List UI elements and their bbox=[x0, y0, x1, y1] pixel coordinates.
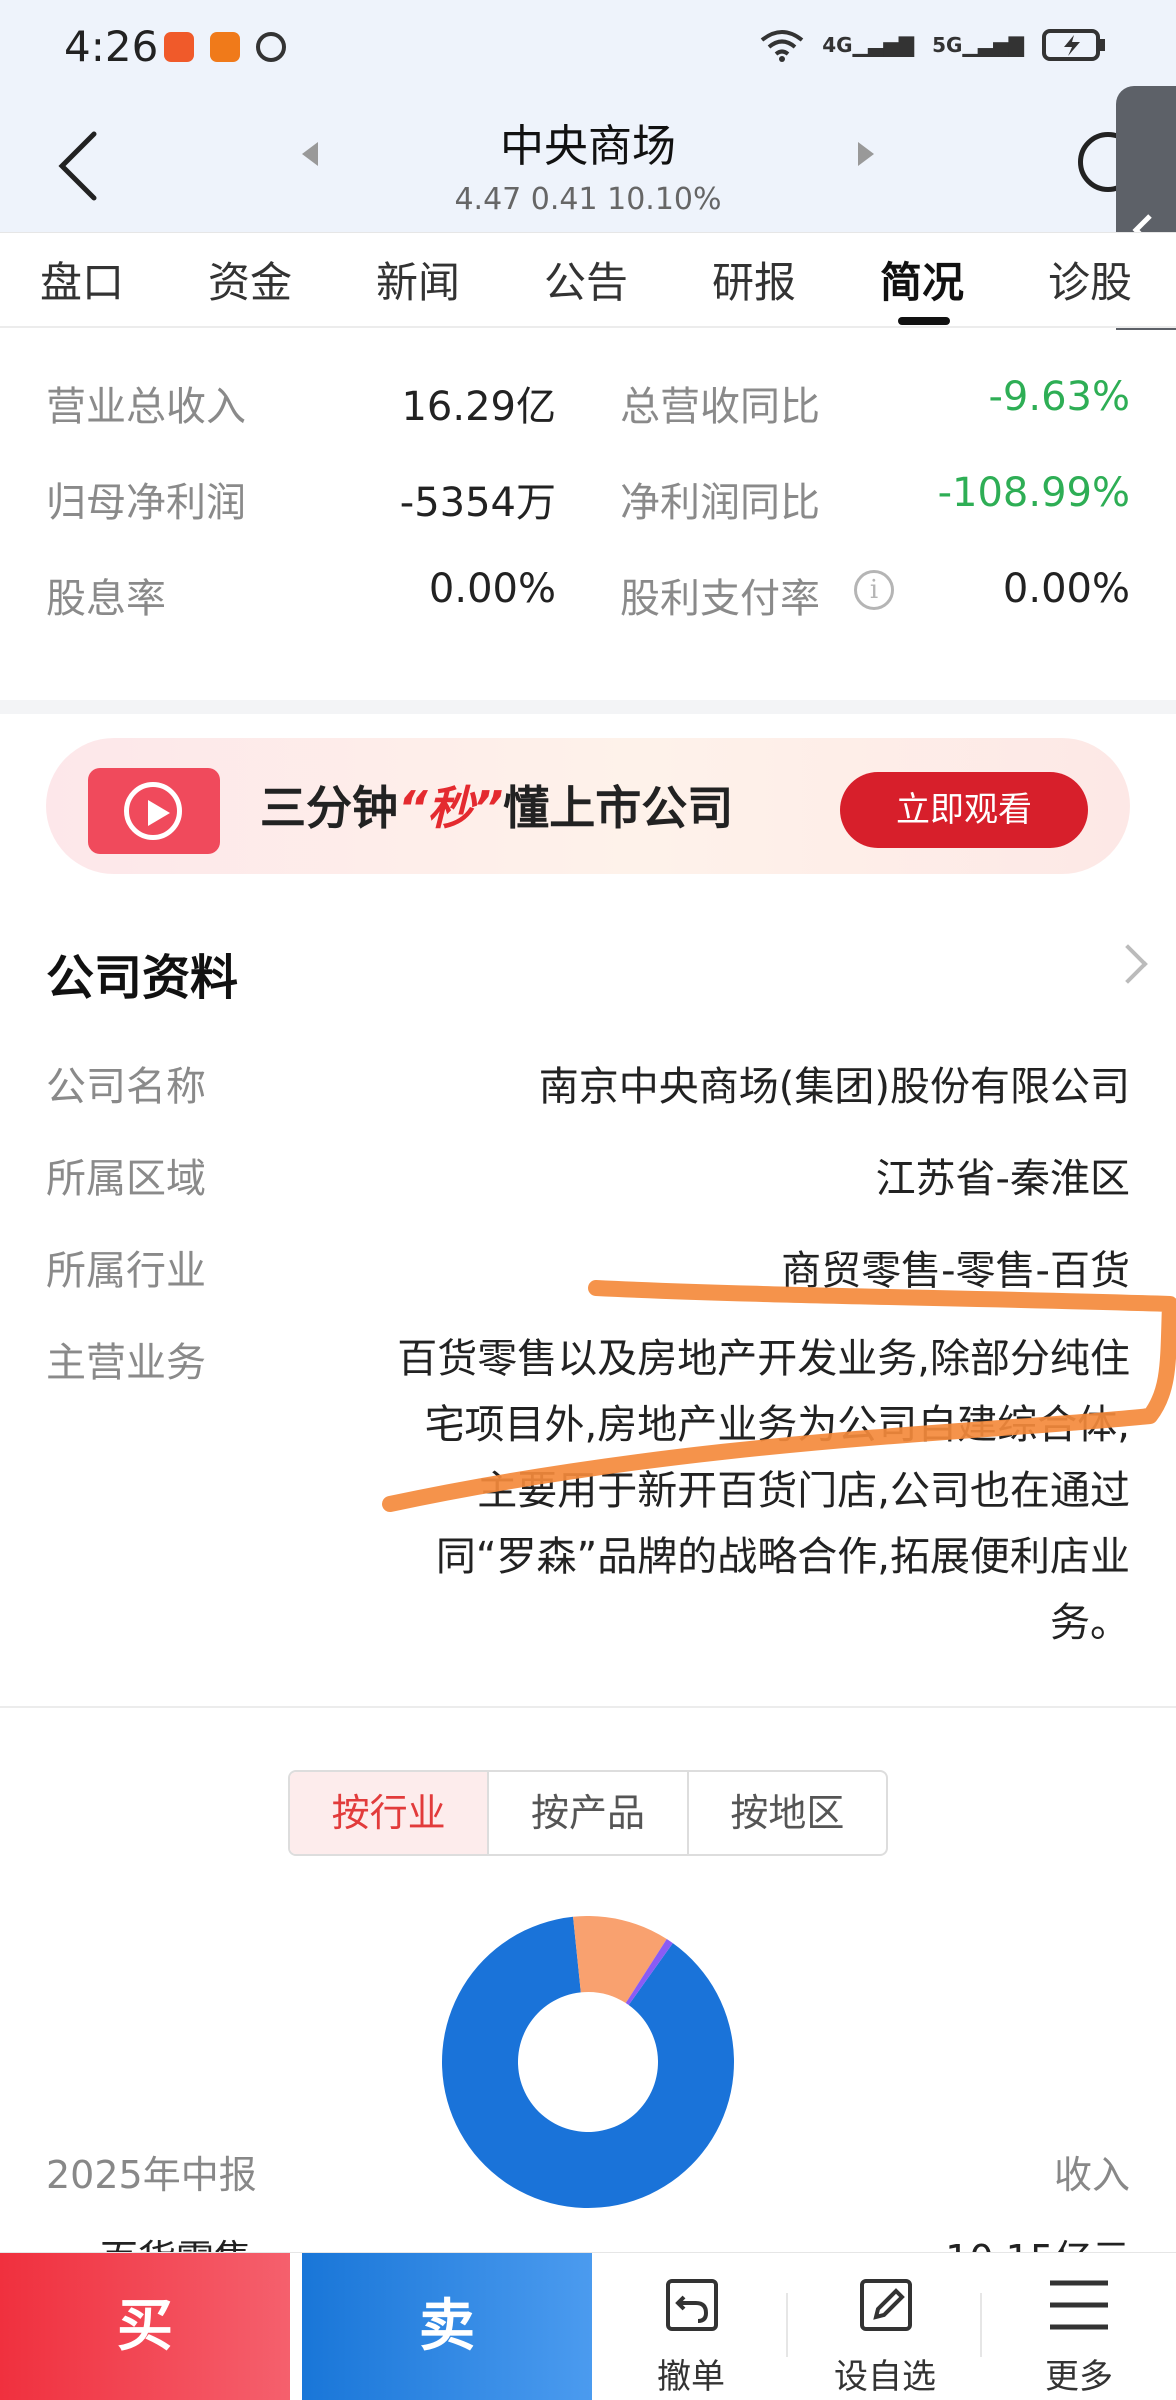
dividend-yield-label: 股息率 bbox=[46, 576, 166, 622]
sell-button[interactable]: 卖 bbox=[302, 2253, 592, 2400]
revenue-yoy-label: 总营收同比 bbox=[620, 384, 820, 430]
segment-by-product[interactable]: 按产品 bbox=[489, 1772, 689, 1854]
breakdown-segmented-control: 按行业 按产品 按地区 bbox=[288, 1770, 888, 1856]
tab-funds[interactable]: 资金 bbox=[208, 249, 292, 310]
status-bar: 4:26 4G▁▃▅▇ 5G▁▃▅▇ bbox=[0, 0, 1176, 100]
wifi-icon bbox=[761, 30, 804, 62]
menu-icon bbox=[1050, 2280, 1108, 2330]
industry-value: 商贸零售-零售-百货 bbox=[781, 1248, 1130, 1294]
net-profit-yoy-label: 净利润同比 bbox=[620, 480, 820, 526]
tab-overview[interactable]: 简况 bbox=[880, 249, 964, 310]
section-divider bbox=[0, 700, 1176, 714]
more-label: 更多 bbox=[1045, 2357, 1113, 2397]
cancel-order-label: 撤单 bbox=[657, 2357, 725, 2397]
business-label: 主营业务 bbox=[46, 1340, 206, 1386]
banner-text-end: 懂上市公司 bbox=[503, 781, 734, 835]
report-period: 2025年中报 bbox=[46, 2153, 257, 2197]
buy-button[interactable]: 买 bbox=[0, 2253, 290, 2400]
revenue-value: 16.29亿 bbox=[401, 384, 556, 430]
business-description: 百货零售以及房地产开发业务,除部分纯住宅项目外,房地产业务为公司自建综合体,主要… bbox=[397, 1336, 1130, 1646]
dividend-yield-value: 0.00% bbox=[428, 566, 556, 612]
section-divider bbox=[0, 1706, 1176, 1708]
company-profile-title[interactable]: 公司资料 bbox=[46, 938, 238, 1008]
revenue-label: 营业总收入 bbox=[46, 384, 246, 430]
revenue-yoy-value: -9.63% bbox=[988, 374, 1130, 420]
segment-by-region[interactable]: 按地区 bbox=[689, 1772, 886, 1854]
add-watchlist-button[interactable]: 设自选 bbox=[790, 2253, 980, 2400]
income-column-label: 收入 bbox=[1053, 2153, 1130, 2197]
revenue-donut-chart bbox=[442, 1916, 734, 2208]
battery-icon bbox=[1042, 29, 1105, 61]
stock-quote: 4.47 0.41 10.10% bbox=[454, 182, 722, 217]
add-watchlist-label: 设自选 bbox=[834, 2357, 936, 2397]
tab-diagnosis[interactable]: 诊股 bbox=[1048, 249, 1132, 310]
network-5g-label: 5G bbox=[932, 33, 963, 57]
watch-now-button[interactable]: 立即观看 bbox=[840, 772, 1088, 848]
bottom-action-bar: 买 卖 撤单 设自选 更多 bbox=[0, 2252, 1176, 2400]
payout-ratio-value: 0.00% bbox=[1002, 566, 1130, 612]
tab-announcements[interactable]: 公告 bbox=[544, 249, 628, 310]
status-time: 4:26 bbox=[64, 22, 159, 71]
tab-news[interactable]: 新闻 bbox=[376, 249, 460, 310]
next-stock-icon[interactable] bbox=[856, 140, 876, 168]
tab-research[interactable]: 研报 bbox=[712, 249, 796, 310]
banner-text-start: 三分钟 bbox=[260, 781, 398, 835]
industry-label: 所属行业 bbox=[46, 1248, 206, 1294]
net-profit-label: 归母净利润 bbox=[46, 480, 246, 526]
region-value: 江苏省-秦淮区 bbox=[875, 1156, 1130, 1202]
region-label: 所属区域 bbox=[46, 1156, 206, 1202]
signal-4g-icon: 4G▁▃▅▇ bbox=[822, 33, 915, 57]
financial-metrics: 营业总收入 16.29亿 总营收同比 -9.63% 归母净利润 -5354万 净… bbox=[0, 330, 1176, 700]
active-tab-indicator bbox=[898, 317, 950, 325]
chevron-right-icon[interactable] bbox=[1108, 944, 1148, 984]
segment-by-industry[interactable]: 按行业 bbox=[290, 1772, 490, 1854]
stock-name: 中央商场 bbox=[500, 121, 676, 172]
payout-ratio-label: 股利支付率 bbox=[620, 576, 820, 622]
alarm-icon bbox=[256, 32, 286, 62]
tab-bar: 盘口 资金 新闻 公告 研报 简况 诊股 bbox=[0, 232, 1176, 328]
network-4g-label: 4G bbox=[822, 33, 853, 57]
play-video-icon bbox=[88, 768, 220, 854]
notification-icon bbox=[164, 32, 194, 62]
promo-banner[interactable]: 三分钟“秒”懂上市公司 立即观看 bbox=[46, 738, 1130, 874]
more-button[interactable]: 更多 bbox=[984, 2253, 1174, 2400]
signal-5g-icon: 5G▁▃▅▇ bbox=[932, 33, 1024, 57]
banner-text-highlight: “秒” bbox=[398, 781, 504, 835]
banner-text: 三分钟“秒”懂上市公司 bbox=[260, 772, 733, 838]
company-name-label: 公司名称 bbox=[46, 1064, 206, 1110]
edit-icon bbox=[860, 2279, 912, 2331]
net-profit-value: -5354万 bbox=[399, 480, 556, 526]
divider bbox=[980, 2293, 982, 2357]
tab-pankou[interactable]: 盘口 bbox=[40, 249, 124, 310]
company-name-value: 南京中央商场(集团)股份有限公司 bbox=[538, 1064, 1130, 1110]
stock-header: 中央商场 4.47 0.41 10.10% bbox=[0, 100, 1176, 232]
status-icons: 4G▁▃▅▇ 5G▁▃▅▇ bbox=[760, 28, 1106, 62]
divider bbox=[786, 2293, 788, 2357]
cancel-order-button[interactable]: 撤单 bbox=[596, 2253, 786, 2400]
undo-icon bbox=[666, 2279, 718, 2331]
net-profit-yoy-value: -108.99% bbox=[937, 470, 1130, 516]
app-notification-icon bbox=[210, 32, 240, 62]
